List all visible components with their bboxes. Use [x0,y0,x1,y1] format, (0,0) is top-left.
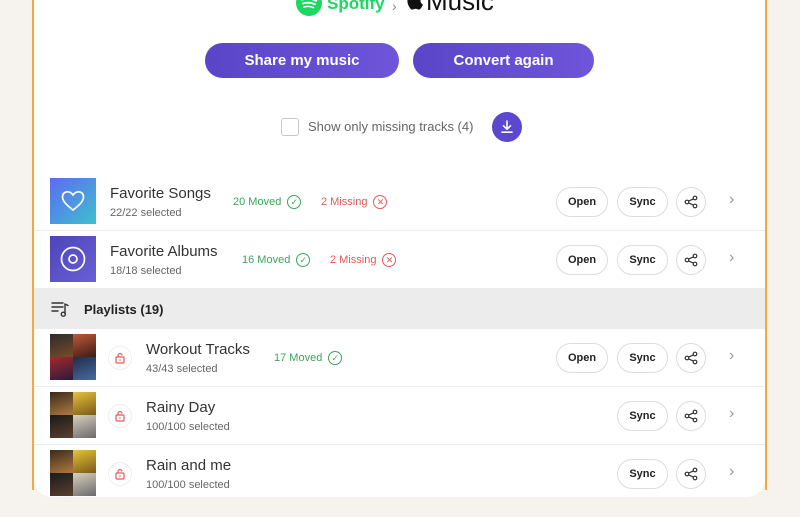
sync-button[interactable]: Sync [617,343,668,373]
share-button[interactable] [676,343,706,373]
playlist-selected-count: 43/43 selected [146,363,218,375]
chevron-right-icon[interactable]: › [729,405,734,423]
chevron-right-icon[interactable]: › [729,347,734,365]
playlist-cover [50,450,96,496]
collection-title: Favorite Songs [110,185,211,202]
moved-status: 17 Moved ✓ [274,351,343,365]
show-missing-label: Show only missing tracks (4) [308,119,474,134]
heart-icon [50,178,96,224]
share-my-music-button[interactable]: Share my music [205,43,399,78]
moved-status: 16 Moved ✓ [242,253,311,267]
source-service-name: Spotify [327,0,385,13]
moved-count: 20 Moved [233,196,282,208]
share-icon [684,409,698,423]
disc-icon [50,236,96,282]
share-icon [684,195,698,209]
playlist-row-rain-and-me[interactable]: Rain and me 100/100 selected Sync › [34,445,765,497]
moved-count: 16 Moved [242,254,291,266]
convert-again-button[interactable]: Convert again [413,43,594,78]
lock-icon [108,346,132,370]
sync-button[interactable]: Sync [617,459,668,489]
collection-title: Favorite Albums [110,243,218,260]
collection-selected-count: 18/18 selected [110,265,182,277]
share-icon [684,351,698,365]
apple-logo-icon [406,0,426,19]
conversion-arrow-icon: › [392,0,397,14]
sync-button[interactable]: Sync [617,401,668,431]
playlist-row-workout-tracks[interactable]: Workout Tracks 43/43 selected 17 Moved ✓ … [34,329,765,387]
service-logos: Spotify › Music [34,0,765,16]
show-missing-checkbox[interactable] [281,118,299,136]
playlist-icon [51,300,69,323]
moved-status: 20 Moved ✓ [233,195,302,209]
playlists-section-label: Playlists (19) [84,302,164,317]
lock-icon [108,462,132,486]
playlist-title: Workout Tracks [146,341,250,358]
collection-row-favorite-songs[interactable]: Favorite Songs 22/22 selected 20 Moved ✓ … [34,173,765,231]
chevron-right-icon[interactable]: › [729,191,734,209]
moved-count: 17 Moved [274,352,323,364]
playlist-row-rainy-day[interactable]: Rainy Day 100/100 selected Sync › [34,387,765,445]
open-button[interactable]: Open [556,245,608,275]
playlist-title: Rainy Day [146,399,216,416]
x-circle-icon: ✕ [382,253,397,267]
playlist-title: Rain and me [146,457,232,474]
x-circle-icon: ✕ [373,195,388,209]
sync-button[interactable]: Sync [617,245,668,275]
playlist-selected-count: 100/100 selected [146,479,230,491]
check-circle-icon: ✓ [328,351,343,365]
missing-count: 2 Missing [330,254,377,266]
download-icon [501,120,513,133]
collection-selected-count: 22/22 selected [110,207,182,219]
spotify-logo-icon [296,0,322,16]
chevron-right-icon[interactable]: › [729,463,734,481]
chevron-right-icon[interactable]: › [729,249,734,267]
sync-button[interactable]: Sync [617,187,668,217]
missing-status: 2 Missing ✕ [330,253,397,267]
playlists-section-header: Playlists (19) [34,289,765,329]
lock-icon [108,404,132,428]
check-circle-icon: ✓ [296,253,311,267]
playlist-cover [50,334,96,380]
download-button[interactable] [492,112,522,142]
collection-row-favorite-albums[interactable]: Favorite Albums 18/18 selected 16 Moved ✓… [34,231,765,289]
share-icon [684,253,698,267]
missing-status: 2 Missing ✕ [321,195,388,209]
share-icon [684,467,698,481]
playlist-selected-count: 100/100 selected [146,421,230,433]
open-button[interactable]: Open [556,187,608,217]
conversion-results-card: Spotify › Music Share my music Convert a… [34,0,765,497]
frame-border-right [765,0,767,490]
share-button[interactable] [676,459,706,489]
missing-count: 2 Missing [321,196,368,208]
share-button[interactable] [676,245,706,275]
share-button[interactable] [676,187,706,217]
share-button[interactable] [676,401,706,431]
open-button[interactable]: Open [556,343,608,373]
playlist-cover [50,392,96,438]
target-service-name: Music [426,0,494,16]
check-circle-icon: ✓ [287,195,302,209]
